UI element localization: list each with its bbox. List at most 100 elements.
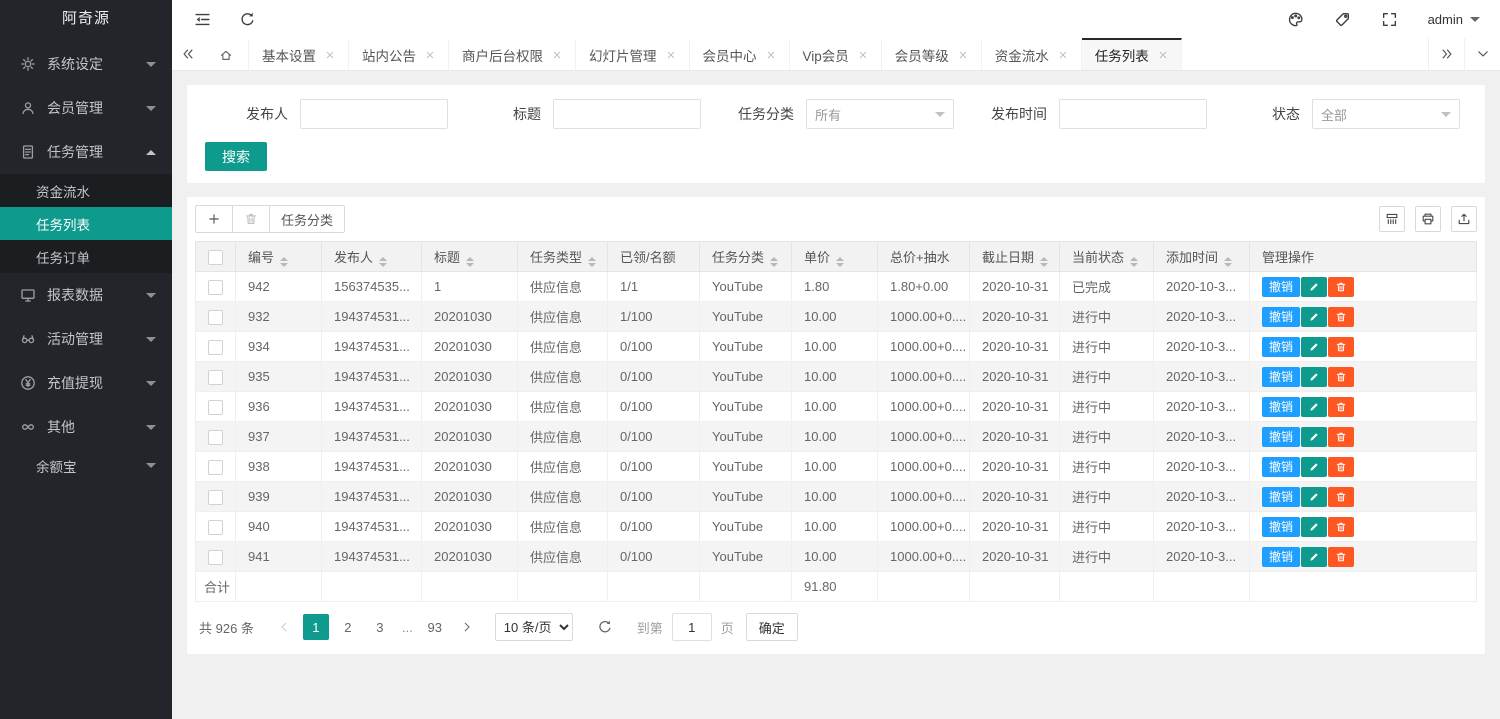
sort-icon[interactable] [1040,257,1048,267]
sort-asc-icon[interactable] [1040,257,1048,261]
row-checkbox[interactable] [208,520,223,535]
close-icon[interactable] [425,50,435,60]
sort-desc-icon[interactable] [770,263,778,267]
sort-icon[interactable] [836,257,844,267]
publisher-input[interactable] [300,99,448,129]
sort-desc-icon[interactable] [1130,263,1138,267]
pagination-page-1[interactable]: 1 [303,614,329,640]
row-checkbox[interactable] [208,400,223,415]
sort-icon[interactable] [1224,257,1232,267]
edit-button[interactable] [1301,307,1327,327]
revoke-button[interactable]: 撤销 [1262,487,1300,507]
delete-button[interactable] [1328,367,1354,387]
goto-page-input[interactable] [672,613,712,641]
pagination-next-button[interactable] [454,614,480,640]
task-category-button[interactable]: 任务分类 [269,205,345,233]
sidebar-toggle-icon[interactable] [194,11,211,28]
edit-button[interactable] [1301,457,1327,477]
revoke-button[interactable]: 撤销 [1262,427,1300,447]
close-icon[interactable] [325,50,335,60]
delete-button[interactable] [1328,487,1354,507]
revoke-button[interactable]: 撤销 [1262,457,1300,477]
edit-button[interactable] [1301,277,1327,297]
sidebar-item-task-management[interactable]: 任务管理 [0,130,172,174]
revoke-button[interactable]: 撤销 [1262,367,1300,387]
add-button[interactable] [195,205,233,233]
edit-button[interactable] [1301,547,1327,567]
sort-desc-icon[interactable] [1224,263,1232,267]
batch-delete-button[interactable] [232,205,270,233]
publish-time-input[interactable] [1059,99,1207,129]
edit-button[interactable] [1301,517,1327,537]
sort-desc-icon[interactable] [588,263,596,267]
edit-button[interactable] [1301,427,1327,447]
sidebar-item-recharge-withdraw[interactable]: 充值提现 [0,361,172,405]
edit-button[interactable] [1301,367,1327,387]
print-tool-button[interactable] [1415,206,1441,232]
sort-asc-icon[interactable] [1224,257,1232,261]
tab-fund-flow[interactable]: 资金流水 [982,38,1082,70]
pagination-page-2[interactable]: 2 [335,614,361,640]
column-header-publisher[interactable]: 发布人 [322,242,422,272]
close-icon[interactable] [858,50,868,60]
sort-icon[interactable] [379,257,387,267]
tab-vip-member[interactable]: Vip会员 [790,38,882,70]
tab-member-level[interactable]: 会员等级 [882,38,982,70]
sidebar-subitem-fund-flow[interactable]: 资金流水 [0,174,172,207]
delete-button[interactable] [1328,547,1354,567]
column-header-deadline[interactable]: 截止日期 [970,242,1060,272]
tab-member-center[interactable]: 会员中心 [690,38,790,70]
sort-icon[interactable] [280,257,288,267]
row-checkbox[interactable] [208,340,223,355]
goto-confirm-button[interactable]: 确定 [746,613,798,641]
sidebar-item-system-settings[interactable]: 系统设定 [0,42,172,86]
sidebar-item-member-management[interactable]: 会员管理 [0,86,172,130]
revoke-button[interactable]: 撤销 [1262,337,1300,357]
close-icon[interactable] [958,50,968,60]
tab-task-list[interactable]: 任务列表 [1082,38,1182,70]
sort-icon[interactable] [588,257,596,267]
sort-asc-icon[interactable] [379,257,387,261]
close-icon[interactable] [1058,50,1068,60]
row-checkbox[interactable] [208,310,223,325]
tab-site-announcement[interactable]: 站内公告 [349,38,449,70]
sort-asc-icon[interactable] [836,257,844,261]
close-icon[interactable] [1158,50,1168,60]
tab-merchant-permissions[interactable]: 商户后台权限 [449,38,576,70]
delete-button[interactable] [1328,457,1354,477]
sort-desc-icon[interactable] [280,263,288,267]
column-header-status[interactable]: 当前状态 [1060,242,1154,272]
revoke-button[interactable]: 撤销 [1262,277,1300,297]
sort-icon[interactable] [1130,257,1138,267]
tab-basic-settings[interactable]: 基本设置 [249,38,349,70]
tabs-dropdown-button[interactable] [1464,38,1500,70]
delete-button[interactable] [1328,517,1354,537]
sort-desc-icon[interactable] [836,263,844,267]
close-icon[interactable] [666,50,676,60]
sort-desc-icon[interactable] [1040,263,1048,267]
tab-home[interactable] [204,38,249,70]
column-header-title[interactable]: 标题 [422,242,518,272]
refresh-icon[interactable] [597,619,613,635]
sort-asc-icon[interactable] [588,257,596,261]
close-icon[interactable] [552,50,562,60]
select-all-checkbox[interactable] [208,250,223,265]
columns-tool-button[interactable] [1379,206,1405,232]
tabs-scroll-left-button[interactable] [172,38,204,70]
close-icon[interactable] [766,50,776,60]
sort-asc-icon[interactable] [1130,257,1138,261]
tag-icon[interactable] [1334,11,1351,28]
tabs-scroll-right-button[interactable] [1428,38,1464,70]
fullscreen-icon[interactable] [1381,11,1398,28]
row-checkbox[interactable] [208,550,223,565]
sort-desc-icon[interactable] [379,263,387,267]
sidebar-item-other[interactable]: 其他 [0,405,172,449]
delete-button[interactable] [1328,307,1354,327]
sidebar-item-activity-management[interactable]: 活动管理 [0,317,172,361]
edit-button[interactable] [1301,337,1327,357]
revoke-button[interactable]: 撤销 [1262,397,1300,417]
delete-button[interactable] [1328,337,1354,357]
sidebar-subitem-task-orders[interactable]: 任务订单 [0,240,172,273]
sort-icon[interactable] [466,257,474,267]
user-menu[interactable]: admin [1428,12,1480,27]
